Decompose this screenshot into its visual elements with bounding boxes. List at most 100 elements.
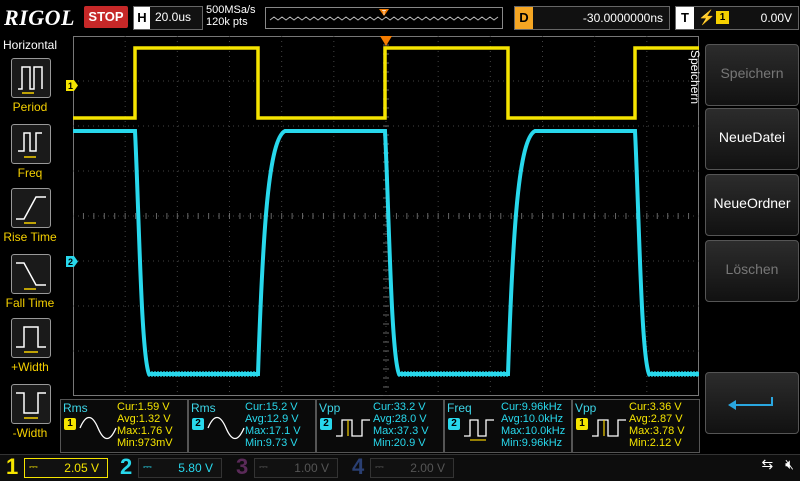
ch2-coupling-icon: ⎓ <box>143 461 152 473</box>
sine-icon <box>79 416 117 440</box>
softkey-new-file-label: NeueDatei <box>718 129 786 145</box>
ch2-offset-marker[interactable]: 2 <box>66 254 78 267</box>
softkey-new-file[interactable]: NeueDatei <box>705 108 799 170</box>
measurement-stats: Cur:3.36 V Avg:2.87 V Max:3.78 V Min:2.12 V <box>629 401 685 449</box>
memory-overview-waveform: T <box>269 9 499 21</box>
measurement-channel: 2 <box>448 418 460 430</box>
mute-icon: 🔇︎ <box>785 456 794 472</box>
measurement-box[interactable]: Rms 1 Cur:1.59 V Avg:1.32 V Max:1.76 V Min:97… <box>60 399 188 453</box>
softkey-new-folder-label: NeueOrdner <box>713 195 791 211</box>
delay-label: D <box>515 7 533 29</box>
ch4-scale: 2.00 V <box>410 461 445 475</box>
measurement-stats: Cur:1.59 V Avg:1.32 V Max:1.76 V Min:973mV <box>117 401 173 449</box>
ch2-scale: 5.80 V <box>178 461 213 475</box>
delay-value: -30.0000000ns <box>582 11 663 25</box>
ch4-number[interactable]: 4 <box>352 455 364 479</box>
ch2-marker-text: 2 <box>68 257 73 267</box>
fall-time-icon <box>11 254 51 294</box>
softkey-save-label: Speichern <box>720 65 784 81</box>
run-stop-status[interactable]: STOP <box>84 6 128 28</box>
ch4-scale-box[interactable]: ⎓ 2.00 V <box>370 458 454 478</box>
measurement-min: Min:9.96kHz <box>501 437 563 449</box>
measurement-box[interactable]: Vpp 1 Cur:3.36 V Avg:2.87 V Max:3.78 V Min:2.… <box>572 399 700 453</box>
ch1-number[interactable]: 1 <box>6 455 18 479</box>
trigger-box[interactable]: T ⚡ 1 0.00V <box>675 6 799 30</box>
ch4-coupling-icon: ⎓ <box>375 461 384 473</box>
measurement-channel: 1 <box>576 418 588 430</box>
measurement-type: Vpp <box>319 401 341 415</box>
ch2-number[interactable]: 2 <box>120 455 132 479</box>
measurement-stats: Cur:15.2 V Avg:12.9 V Max:17.1 V Min:9.73 V <box>245 401 301 449</box>
ch1-scale-box[interactable]: ⎓ 2.05 V <box>24 458 108 478</box>
memory-depth: 120k pts <box>206 16 248 28</box>
measurement-stats: Cur:9.96kHz Avg:10.0kHz Max:10.0kHz Min:9.9… <box>501 401 565 449</box>
timebase-box[interactable]: H 20.0us <box>133 6 203 30</box>
ch1-offset-marker[interactable]: 1 <box>66 78 78 91</box>
measurement-current: Cur:1.59 V <box>117 401 170 413</box>
measurement-max: Max:3.78 V <box>629 425 685 437</box>
measurement-type: Rms <box>63 401 88 415</box>
timebase-label: H <box>134 7 150 29</box>
period-icon <box>11 58 51 98</box>
trigger-level: 0.00V <box>760 11 792 25</box>
softkey-new-folder[interactable]: NeueOrdner <box>705 174 799 236</box>
measurement-average: Avg:28.0 V <box>373 413 427 425</box>
trigger-label: T <box>676 7 694 29</box>
measurement-average: Avg:2.87 V <box>629 413 683 425</box>
freq-icon <box>11 124 51 164</box>
trigger-position-text: T <box>382 10 387 17</box>
waveform-display[interactable] <box>72 35 800 397</box>
timebase-value: 20.0us <box>155 10 192 24</box>
negative-width-icon <box>11 384 51 424</box>
delay-box[interactable]: D -30.0000000ns <box>514 6 670 30</box>
measurement-max: Max:17.1 V <box>245 425 301 437</box>
measurement-box[interactable]: Freq 2 Cur:9.96kHz Avg:10.0kHz Max:10.0kHz Mi… <box>444 399 572 453</box>
measurement-current: Cur:15.2 V <box>245 401 298 413</box>
measurement-min: Min:973mV <box>117 437 173 449</box>
ch3-scale-box[interactable]: ⎓ 1.00 V <box>254 458 338 478</box>
softkey-save[interactable]: Speichern <box>705 44 799 106</box>
vpp-icon <box>592 419 626 437</box>
measurement-current: Cur:33.2 V <box>373 401 426 413</box>
ch1-scale: 2.05 V <box>64 461 99 475</box>
measurement-type: Freq <box>447 401 472 415</box>
softkey-back[interactable] <box>705 372 799 434</box>
ch3-number[interactable]: 3 <box>236 455 248 479</box>
measurement-stats: Cur:33.2 V Avg:28.0 V Max:37.3 V Min:20.9 V <box>373 401 429 449</box>
softkey-delete[interactable]: Löschen <box>705 240 799 302</box>
trigger-time-marker <box>380 36 392 46</box>
measurement-box[interactable]: Vpp 2 Cur:33.2 V Avg:28.0 V Max:37.3 V Min:20… <box>316 399 444 453</box>
measure-category-title: Horizontal <box>2 38 58 52</box>
measurement-min: Min:9.73 V <box>245 437 298 449</box>
measurement-channel: 1 <box>64 418 76 430</box>
measurement-type: Vpp <box>575 401 597 415</box>
measurement-average: Avg:12.9 V <box>245 413 299 425</box>
trigger-channel: 1 <box>716 11 729 24</box>
measurement-average: Avg:1.32 V <box>117 413 171 425</box>
measure-rise-time-label: Rise Time <box>3 230 57 244</box>
measurement-max: Max:37.3 V <box>373 425 429 437</box>
measurement-current: Cur:3.36 V <box>629 401 682 413</box>
measurement-max: Max:1.76 V <box>117 425 173 437</box>
acquisition-info: 500MSa/s 120k pts <box>206 4 256 28</box>
measurement-box[interactable]: Rms 2 Cur:15.2 V Avg:12.9 V Max:17.1 V Min:9.… <box>188 399 316 453</box>
measure-period-label: Period <box>12 100 48 114</box>
ch1-coupling-icon: ⎓ <box>29 461 38 473</box>
ch1-trace <box>73 46 800 120</box>
measurement-channel: 2 <box>320 418 332 430</box>
sine-icon <box>207 416 245 440</box>
measurement-min: Min:2.12 V <box>629 437 682 449</box>
ch2-scale-box[interactable]: ⎓ 5.80 V <box>138 458 222 478</box>
status-icons: ⇆ 🔇︎ <box>762 456 794 473</box>
measure-fall-time-label: Fall Time <box>5 296 55 310</box>
softkey-delete-label: Löschen <box>725 261 779 277</box>
return-arrow-icon <box>728 397 773 410</box>
measurement-max: Max:10.0kHz <box>501 425 566 437</box>
sample-rate: 500MSa/s <box>206 4 256 16</box>
menu-title: Speichern <box>688 50 702 105</box>
positive-width-icon <box>11 318 51 358</box>
measure-negative-width-label: -Width <box>12 426 48 440</box>
trigger-position-bar: T <box>265 7 503 29</box>
measurement-average: Avg:10.0kHz <box>501 413 564 425</box>
brand-logo: RIGOL <box>4 5 75 30</box>
